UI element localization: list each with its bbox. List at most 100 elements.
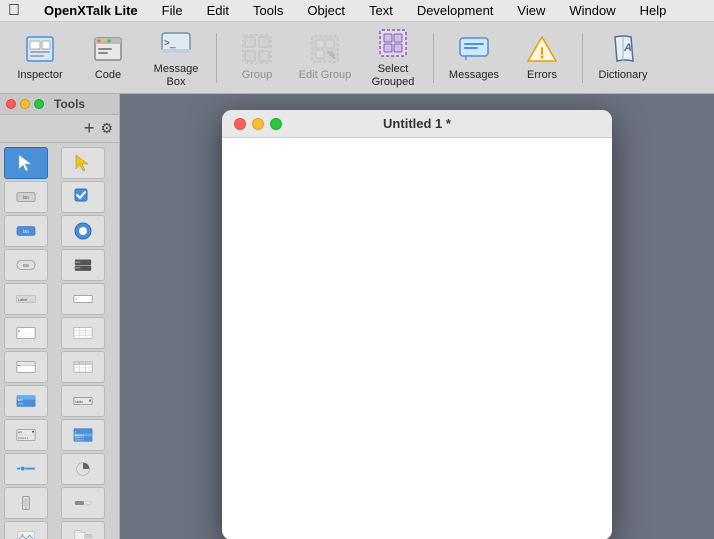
tools-grid: btn btn Btn Label bbox=[0, 143, 119, 539]
tools-maximize-button[interactable] bbox=[34, 99, 44, 109]
tool-progress-bar[interactable] bbox=[61, 487, 105, 519]
tool-radio[interactable] bbox=[61, 215, 105, 247]
tool-scrollbar[interactable] bbox=[61, 249, 105, 281]
tool-button-outline[interactable]: btn bbox=[4, 181, 48, 213]
separator-3 bbox=[582, 33, 583, 83]
edit-group-icon bbox=[309, 33, 341, 65]
tool-slider[interactable] bbox=[4, 453, 48, 485]
menu-file[interactable]: File bbox=[158, 3, 187, 18]
apple-menu[interactable]:  bbox=[8, 2, 20, 20]
svg-text:Choice 3: Choice 3 bbox=[74, 440, 84, 442]
tool-file-chooser[interactable] bbox=[61, 521, 105, 539]
separator-1 bbox=[216, 33, 217, 83]
toolbar-inspector[interactable]: Inspector bbox=[8, 28, 72, 88]
tool-data-grid[interactable] bbox=[61, 351, 105, 383]
tool-image[interactable] bbox=[4, 521, 48, 539]
code-label: Code bbox=[95, 69, 121, 81]
tool-combo[interactable]: cChoice 1Choice 2Choice 3 bbox=[61, 419, 105, 451]
tool-edit-blue[interactable]: Edit Undo bbox=[4, 385, 48, 417]
toolbar-edit-group: Edit Group bbox=[293, 28, 357, 88]
menu-text[interactable]: Text bbox=[365, 3, 397, 18]
svg-text:Choice 1: Choice 1 bbox=[18, 436, 29, 440]
inspector-icon bbox=[24, 33, 56, 65]
menu-development[interactable]: Development bbox=[413, 3, 498, 18]
tool-checkbox[interactable] bbox=[61, 181, 105, 213]
tools-minimize-button[interactable] bbox=[20, 99, 30, 109]
svg-text:Choice 1: Choice 1 bbox=[74, 435, 84, 437]
toolbar-select-grouped[interactable]: Select Grouped bbox=[361, 28, 425, 88]
tool-option-list[interactable]: opt Choice 1 bbox=[4, 419, 48, 451]
svg-text:Choice 2: Choice 2 bbox=[74, 437, 84, 439]
select-grouped-icon bbox=[377, 27, 409, 59]
menu-object[interactable]: Object bbox=[303, 3, 349, 18]
tool-device[interactable] bbox=[4, 487, 48, 519]
tools-add-button[interactable]: + bbox=[84, 118, 95, 139]
svg-text:Label: Label bbox=[18, 298, 27, 302]
window-title: Untitled 1 * bbox=[383, 116, 451, 131]
tools-panel-title: Tools bbox=[54, 97, 85, 111]
toolbar-messages[interactable]: Messages bbox=[442, 28, 506, 88]
toolbar-errors[interactable]: Errors bbox=[510, 28, 574, 88]
edit-group-label: Edit Group bbox=[299, 69, 352, 81]
dictionary-label: Dictionary bbox=[599, 69, 648, 81]
group-label: Group bbox=[242, 69, 273, 81]
tool-progress[interactable] bbox=[61, 453, 105, 485]
dictionary-icon: A bbox=[607, 33, 639, 65]
select-grouped-label: Select Grouped bbox=[365, 63, 421, 87]
code-icon bbox=[92, 33, 124, 65]
window-maximize-button[interactable] bbox=[270, 118, 282, 130]
toolbar-message-box[interactable]: >_ Message Box bbox=[144, 28, 208, 88]
tool-label[interactable]: Label bbox=[4, 283, 48, 315]
toolbar-group: Group bbox=[225, 28, 289, 88]
tool-text-area[interactable]: a bbox=[4, 351, 48, 383]
tool-table[interactable] bbox=[61, 317, 105, 349]
tools-panel: Tools + ⚙ btn btn bbox=[0, 94, 120, 539]
svg-text:a: a bbox=[18, 329, 20, 333]
svg-text:btn: btn bbox=[23, 195, 29, 200]
untitled-window: Untitled 1 * bbox=[222, 110, 612, 539]
message-box-label: Message Box bbox=[148, 63, 204, 87]
menu-app-name[interactable]: OpenXTalk Lite bbox=[40, 3, 142, 18]
message-box-icon: >_ bbox=[160, 27, 192, 59]
tools-close-button[interactable] bbox=[6, 99, 16, 109]
toolbar: Inspector Code >_ Message Box bbox=[0, 22, 714, 94]
errors-label: Errors bbox=[527, 69, 557, 81]
window-traffic-lights bbox=[234, 118, 282, 130]
tool-text-input[interactable]: a bbox=[4, 317, 48, 349]
messages-icon bbox=[458, 33, 490, 65]
tools-gear-button[interactable]: ⚙ bbox=[100, 120, 113, 137]
window-minimize-button[interactable] bbox=[252, 118, 264, 130]
svg-text:Btn: Btn bbox=[23, 263, 29, 268]
tool-popup[interactable]: Undo bbox=[61, 385, 105, 417]
messages-label: Messages bbox=[449, 69, 499, 81]
inspector-label: Inspector bbox=[17, 69, 62, 81]
svg-text:Undo: Undo bbox=[75, 400, 83, 404]
menu-window[interactable]: Window bbox=[565, 3, 619, 18]
window-titlebar: Untitled 1 * bbox=[222, 110, 612, 138]
menu-help[interactable]: Help bbox=[636, 3, 671, 18]
tool-pointer-yellow[interactable] bbox=[61, 147, 105, 179]
window-content[interactable] bbox=[222, 138, 612, 539]
tool-text-field[interactable] bbox=[61, 283, 105, 315]
errors-icon bbox=[526, 33, 558, 65]
tool-button-rounded[interactable]: Btn bbox=[4, 249, 48, 281]
group-icon bbox=[241, 33, 273, 65]
menu-view[interactable]: View bbox=[513, 3, 549, 18]
menu-tools[interactable]: Tools bbox=[249, 3, 287, 18]
svg-text:Edit: Edit bbox=[18, 398, 23, 402]
tool-pointer[interactable] bbox=[4, 147, 48, 179]
svg-text:btn: btn bbox=[23, 229, 29, 234]
main-area: Tools + ⚙ btn btn bbox=[0, 94, 714, 539]
tools-actions: + ⚙ bbox=[0, 115, 119, 143]
canvas-area: Untitled 1 * bbox=[120, 94, 714, 539]
svg-text:>_: >_ bbox=[164, 38, 176, 49]
menu-edit[interactable]: Edit bbox=[203, 3, 233, 18]
toolbar-code[interactable]: Code bbox=[76, 28, 140, 88]
svg-text:opt: opt bbox=[18, 430, 22, 434]
tools-titlebar: Tools bbox=[0, 94, 119, 115]
toolbar-dictionary[interactable]: A Dictionary bbox=[591, 28, 655, 88]
window-close-button[interactable] bbox=[234, 118, 246, 130]
tool-button-blue[interactable]: btn bbox=[4, 215, 48, 247]
separator-2 bbox=[433, 33, 434, 83]
svg-text:Undo: Undo bbox=[18, 404, 24, 406]
